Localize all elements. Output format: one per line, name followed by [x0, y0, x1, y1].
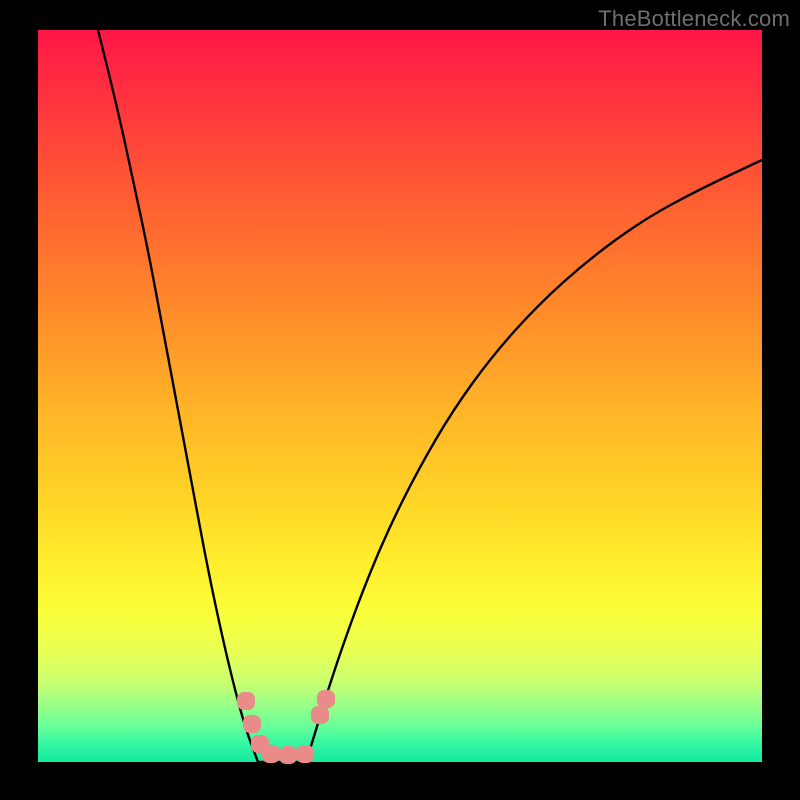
curve-marker	[237, 692, 255, 710]
curve-marker	[243, 715, 261, 733]
curve-markers	[237, 690, 335, 764]
curve-marker	[311, 706, 329, 724]
curve-marker	[317, 690, 335, 708]
bottleneck-curve	[38, 30, 762, 762]
curve-marker	[279, 746, 297, 764]
curve-marker	[262, 745, 280, 763]
curve-marker	[296, 745, 314, 763]
watermark-text: TheBottleneck.com	[598, 6, 790, 32]
gradient-plot-area	[38, 30, 762, 762]
v-curve-line	[98, 30, 762, 762]
chart-frame: TheBottleneck.com	[0, 0, 800, 800]
